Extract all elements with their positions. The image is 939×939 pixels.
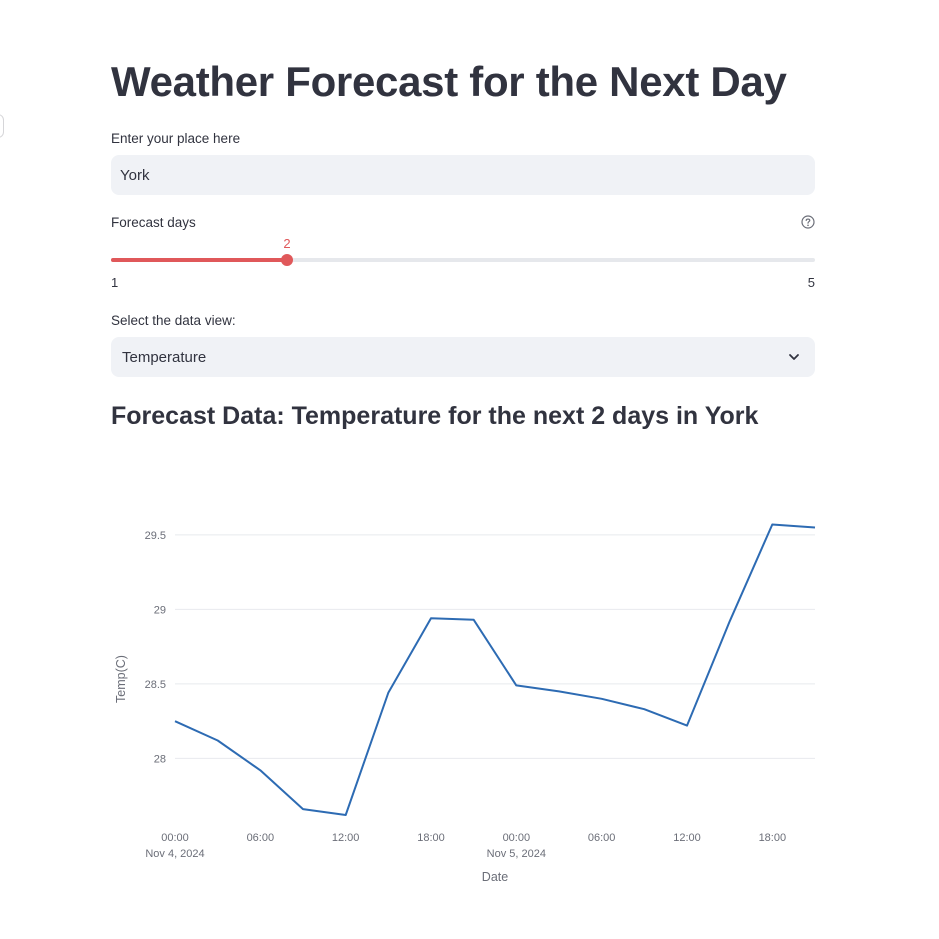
- temperature-chart: 28 28.5 29 29.5 00:00 Nov 4, 2024 06:00 12:00 18…: [114, 523, 816, 884]
- temperature-series-line: [174, 523, 816, 816]
- y-tick-label: 29.5: [145, 530, 166, 542]
- y-tick-label: 29: [154, 604, 166, 616]
- y-tick-label: 28.5: [145, 679, 166, 691]
- x-tick-label: 12:00: [332, 832, 360, 844]
- x-tick-label: 06:00: [247, 832, 275, 844]
- y-tick-label: 28: [154, 753, 166, 765]
- x-tick-label: 00:00: [161, 832, 189, 844]
- x-tick-date-label: Nov 5, 2024: [487, 848, 546, 860]
- x-tick-label: 12:00: [673, 832, 701, 844]
- x-tick-label: 18:00: [759, 832, 787, 844]
- x-axis-title: Date: [482, 870, 508, 884]
- x-tick-date-label: Nov 4, 2024: [145, 848, 204, 860]
- x-tick-label: 06:00: [588, 832, 616, 844]
- x-tick-label: 00:00: [503, 832, 531, 844]
- y-axis-title: Temp(C): [114, 655, 128, 703]
- x-tick-label: 18:00: [417, 832, 445, 844]
